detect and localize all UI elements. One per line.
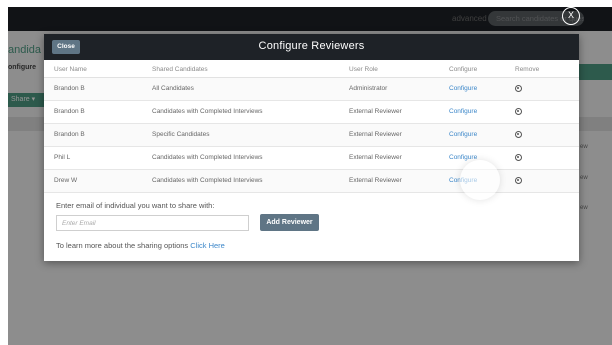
remove-icon[interactable] — [515, 84, 522, 92]
column-header-remove: Remove — [505, 62, 579, 78]
shared-candidates: All Candidates — [142, 77, 339, 101]
remove-icon[interactable] — [515, 130, 522, 138]
email-label: Enter email of individual you want to sh… — [56, 201, 215, 210]
column-header-configure: Configure — [439, 62, 505, 78]
user-role: Administrator — [339, 77, 439, 101]
remove-cell — [505, 100, 579, 124]
column-header-user-name: User Name — [44, 62, 142, 78]
user-role: External Reviewer — [339, 100, 439, 124]
learn-more-text: To learn more about the sharing options … — [56, 241, 225, 250]
remove-icon[interactable] — [515, 176, 522, 184]
modal-title: Configure Reviewers — [258, 40, 365, 52]
configure-link[interactable]: Configure — [439, 123, 505, 147]
click-highlight — [460, 160, 500, 200]
shared-candidates: Candidates with Completed Interviews — [142, 146, 339, 170]
modal-header: Close Configure Reviewers — [44, 34, 579, 60]
user-name: Phil L — [44, 146, 142, 170]
shared-candidates: Candidates with Completed Interviews — [142, 169, 339, 193]
add-reviewer-section: Enter email of individual you want to sh… — [44, 195, 579, 261]
table-row: Brandon B Specific Candidates External R… — [44, 123, 579, 147]
user-name: Drew W — [44, 169, 142, 193]
learn-more-label: To learn more about the sharing options — [56, 241, 191, 250]
remove-cell — [505, 169, 579, 193]
click-here-link[interactable]: Click Here — [190, 241, 225, 250]
user-role: External Reviewer — [339, 169, 439, 193]
table-row: Brandon B All Candidates Administrator C… — [44, 77, 579, 101]
email-input[interactable] — [56, 215, 249, 231]
shared-candidates: Candidates with Completed Interviews — [142, 100, 339, 124]
configure-link[interactable]: Configure — [439, 77, 505, 101]
configure-reviewers-modal: Close Configure Reviewers User Name Shar… — [44, 34, 579, 261]
close-overlay-icon[interactable]: X — [562, 7, 580, 25]
column-header-user-role: User Role — [339, 62, 439, 78]
table-row: Brandon B Candidates with Completed Inte… — [44, 100, 579, 124]
user-name: Brandon B — [44, 123, 142, 147]
remove-cell — [505, 123, 579, 147]
user-role: External Reviewer — [339, 146, 439, 170]
table-row: Phil L Candidates with Completed Intervi… — [44, 146, 579, 170]
remove-cell — [505, 77, 579, 101]
shared-candidates: Specific Candidates — [142, 123, 339, 147]
remove-icon[interactable] — [515, 107, 522, 115]
user-name: Brandon B — [44, 77, 142, 101]
add-reviewer-button[interactable]: Add Reviewer — [260, 214, 319, 231]
remove-icon[interactable] — [515, 153, 522, 161]
user-role: External Reviewer — [339, 123, 439, 147]
column-header-shared-candidates: Shared Candidates — [142, 62, 339, 78]
configure-link[interactable]: Configure — [439, 100, 505, 124]
remove-cell — [505, 146, 579, 170]
user-name: Brandon B — [44, 100, 142, 124]
